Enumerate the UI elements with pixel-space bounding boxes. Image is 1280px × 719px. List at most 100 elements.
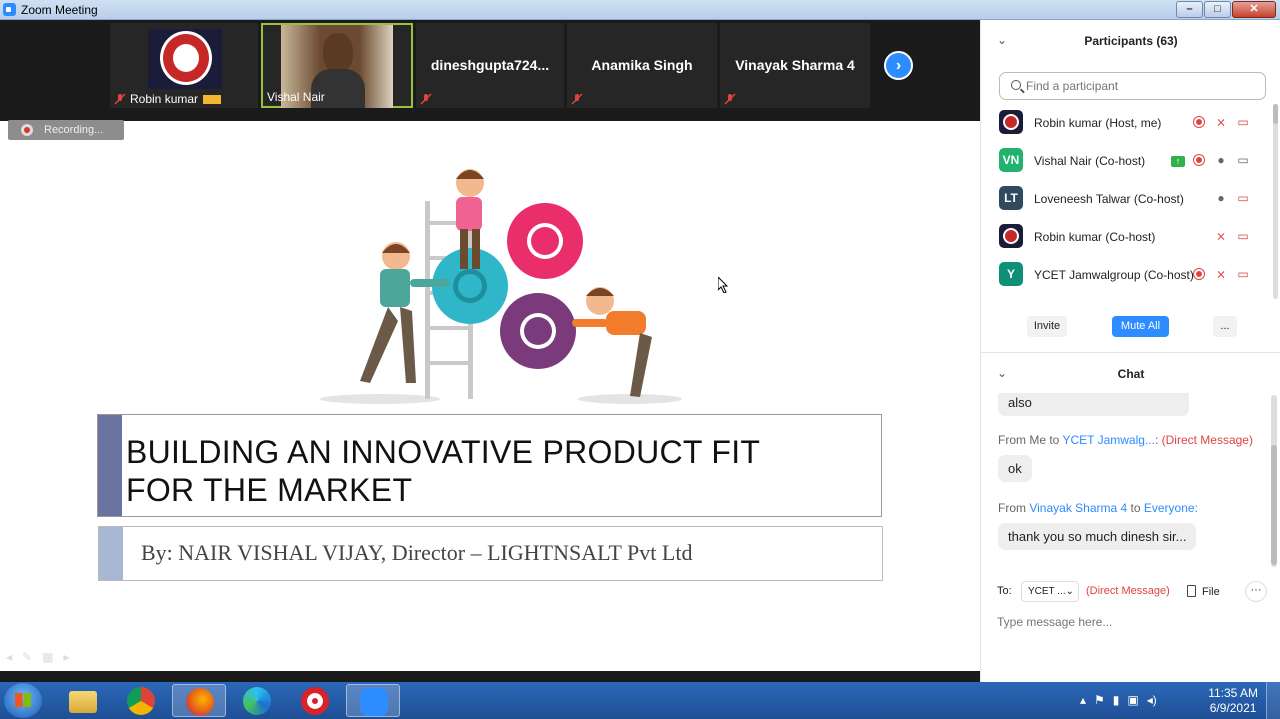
video-name-label: Anamika Singh xyxy=(591,57,693,73)
action-center-flag-icon[interactable]: ⚑ xyxy=(1094,693,1105,707)
chrome-taskbar-button[interactable] xyxy=(114,684,168,717)
firefox-taskbar-button[interactable] xyxy=(172,684,226,717)
chat-recipient[interactable]: YCET Jamwalg... xyxy=(1062,433,1154,447)
chat-from-prefix: From Me to xyxy=(998,433,1063,447)
mute-all-button[interactable]: Mute All xyxy=(1112,316,1169,337)
video-name-label: dineshgupta724... xyxy=(430,57,550,73)
recording-label: Recording... xyxy=(44,124,104,136)
taskbar-clock[interactable]: 11:35 AM 6/9/2021 xyxy=(1208,686,1258,716)
org-logo xyxy=(148,29,222,89)
more-options-button[interactable]: ... xyxy=(1213,316,1237,337)
video-tile-dinesh[interactable]: dineshgupta724... xyxy=(416,23,564,108)
to-label: To: xyxy=(997,585,1012,597)
participants-header: ⌄ Participants (63) xyxy=(981,20,1280,60)
zoom-app-icon xyxy=(3,3,16,16)
window-controls: – □ ✕ xyxy=(1175,1,1276,18)
video-tile-robin[interactable]: Robin kumar xyxy=(110,23,258,108)
participant-status-icons: ● ▭ xyxy=(1171,152,1251,169)
chat-message-input[interactable] xyxy=(997,611,1267,633)
video-off-icon[interactable]: ▭ xyxy=(1235,228,1251,244)
minimize-button[interactable]: – xyxy=(1176,1,1203,18)
show-desktop-button[interactable] xyxy=(1266,682,1280,719)
window-titlebar: Zoom Meeting – □ ✕ xyxy=(0,0,1280,20)
mic-muted-icon[interactable]: ⨯ xyxy=(1213,266,1229,282)
participant-row[interactable]: Y YCET Jamwalgroup (Co-host) ⨯ ▭ xyxy=(981,256,1280,294)
recording-indicator[interactable]: Recording... xyxy=(8,120,124,140)
pen-icon[interactable]: ✎ xyxy=(22,650,32,664)
chat-panel: ⌄ Chat also From Me to YCET Jamwalg...: … xyxy=(981,352,1280,682)
maximize-button[interactable]: □ xyxy=(1204,1,1231,18)
mic-muted-icon xyxy=(724,93,736,105)
file-button[interactable]: File xyxy=(1187,585,1220,598)
avatar xyxy=(999,110,1023,134)
recording-icon xyxy=(1191,152,1207,168)
tray-icons: ▴ ⚑ ▮ ▣ ◂) xyxy=(1080,693,1157,707)
video-tile-vishal[interactable]: Vishal Nair xyxy=(261,23,413,108)
start-button[interactable] xyxy=(4,683,42,718)
chat-sender-line: From Me to YCET Jamwalg...: (Direct Mess… xyxy=(998,433,1253,447)
video-tile-anamika[interactable]: Anamika Singh xyxy=(567,23,717,108)
participant-status-icons: ⨯ ▭ xyxy=(1213,228,1251,244)
direct-message-label: (Direct Message) xyxy=(1086,585,1170,597)
slides-grid-icon[interactable]: ▦ xyxy=(42,650,53,664)
video-off-icon[interactable]: ▭ xyxy=(1235,190,1251,206)
show-hidden-icons-icon[interactable]: ▴ xyxy=(1080,693,1086,707)
zoom-taskbar-button[interactable] xyxy=(346,684,400,717)
mic-icon[interactable]: ● xyxy=(1213,190,1229,206)
search-input[interactable] xyxy=(1026,78,1256,94)
chat-sender[interactable]: Vinayak Sharma 4 xyxy=(1029,501,1127,515)
mic-muted-icon xyxy=(114,93,126,105)
mic-icon[interactable]: ● xyxy=(1213,152,1229,168)
participant-actions: Invite Mute All ... xyxy=(981,316,1280,338)
chat-scrollbar[interactable] xyxy=(1271,395,1277,567)
invite-button[interactable]: Invite xyxy=(1027,316,1067,337)
close-button[interactable]: ✕ xyxy=(1232,1,1276,18)
participant-row[interactable]: LT Loveneesh Talwar (Co-host) ● ▭ xyxy=(981,180,1280,218)
next-page-button[interactable]: › xyxy=(884,51,913,80)
participant-list: Robin kumar (Host, me) ⨯ ▭ VN Vishal Nai… xyxy=(981,104,1280,294)
participant-row[interactable]: Robin kumar (Co-host) ⨯ ▭ xyxy=(981,218,1280,256)
chat-from-prefix: From xyxy=(998,501,1030,515)
video-name-label: Vishal Nair xyxy=(267,90,325,104)
shared-screen: Recording... BUILDING AN INNOVATIVE PROD… xyxy=(0,120,980,672)
edge-taskbar-button[interactable] xyxy=(230,684,284,717)
participant-row[interactable]: VN Vishal Nair (Co-host) ● ▭ xyxy=(981,142,1280,180)
clock-time: 11:35 AM xyxy=(1208,686,1258,700)
participant-status-icons: ● ▭ xyxy=(1213,190,1251,206)
slide-title-box: BUILDING AN INNOVATIVE PRODUCT FIT FOR T… xyxy=(97,414,882,517)
chat-to-word: to xyxy=(1127,501,1144,515)
slide-byline-box: By: NAIR VISHAL VIJAY, Director – LIGHTN… xyxy=(98,526,883,581)
participants-scrollbar[interactable] xyxy=(1273,104,1278,299)
video-off-icon[interactable]: ▭ xyxy=(1235,266,1251,282)
opera-icon xyxy=(301,687,329,715)
file-explorer-taskbar-button[interactable] xyxy=(56,684,110,717)
participant-row[interactable]: Robin kumar (Host, me) ⨯ ▭ xyxy=(981,104,1280,142)
device-icon[interactable]: ▮ xyxy=(1113,693,1120,707)
prev-slide-icon[interactable]: ◂ xyxy=(6,650,12,664)
recipient-value: YCET ... xyxy=(1028,586,1066,597)
video-tile-vinayak[interactable]: Vinayak Sharma 4 xyxy=(720,23,870,108)
mic-muted-icon xyxy=(420,93,432,105)
video-icon[interactable]: ▭ xyxy=(1235,152,1251,168)
opera-taskbar-button[interactable] xyxy=(288,684,342,717)
volume-icon[interactable]: ◂) xyxy=(1147,693,1157,707)
chat-messages: also From Me to YCET Jamwalg...: (Direct… xyxy=(981,393,1280,563)
slide-title-line2: FOR THE MARKET xyxy=(126,472,413,508)
system-tray: ▴ ⚑ ▮ ▣ ◂) 11:35 AM 6/9/2021 xyxy=(1080,682,1280,719)
mic-muted-icon[interactable]: ⨯ xyxy=(1213,114,1229,130)
participant-name: Robin kumar (Host, me) xyxy=(1034,116,1162,130)
chat-message: thank you so much dinesh sir... xyxy=(998,523,1197,550)
recipient-dropdown[interactable]: YCET ... ⌄ xyxy=(1021,581,1079,602)
chat-recipient[interactable]: Everyone: xyxy=(1144,501,1198,515)
avatar: LT xyxy=(999,186,1023,210)
chat-more-button[interactable]: ··· xyxy=(1245,581,1267,602)
avatar: VN xyxy=(999,148,1023,172)
side-panel: ⌄ Participants (63) Robin kumar (Host, m… xyxy=(980,20,1280,682)
stage-bottom-bar xyxy=(0,671,980,682)
mic-muted-icon[interactable]: ⨯ xyxy=(1213,228,1229,244)
video-off-icon[interactable]: ▭ xyxy=(1235,114,1251,130)
next-slide-icon[interactable]: ▸ xyxy=(63,650,69,664)
slide-byline: By: NAIR VISHAL VIJAY, Director – LIGHTN… xyxy=(141,540,693,565)
zoom-window: Zoom Meeting – □ ✕ Robin kumar Vishal Na… xyxy=(0,0,1280,719)
network-icon[interactable]: ▣ xyxy=(1127,693,1138,707)
